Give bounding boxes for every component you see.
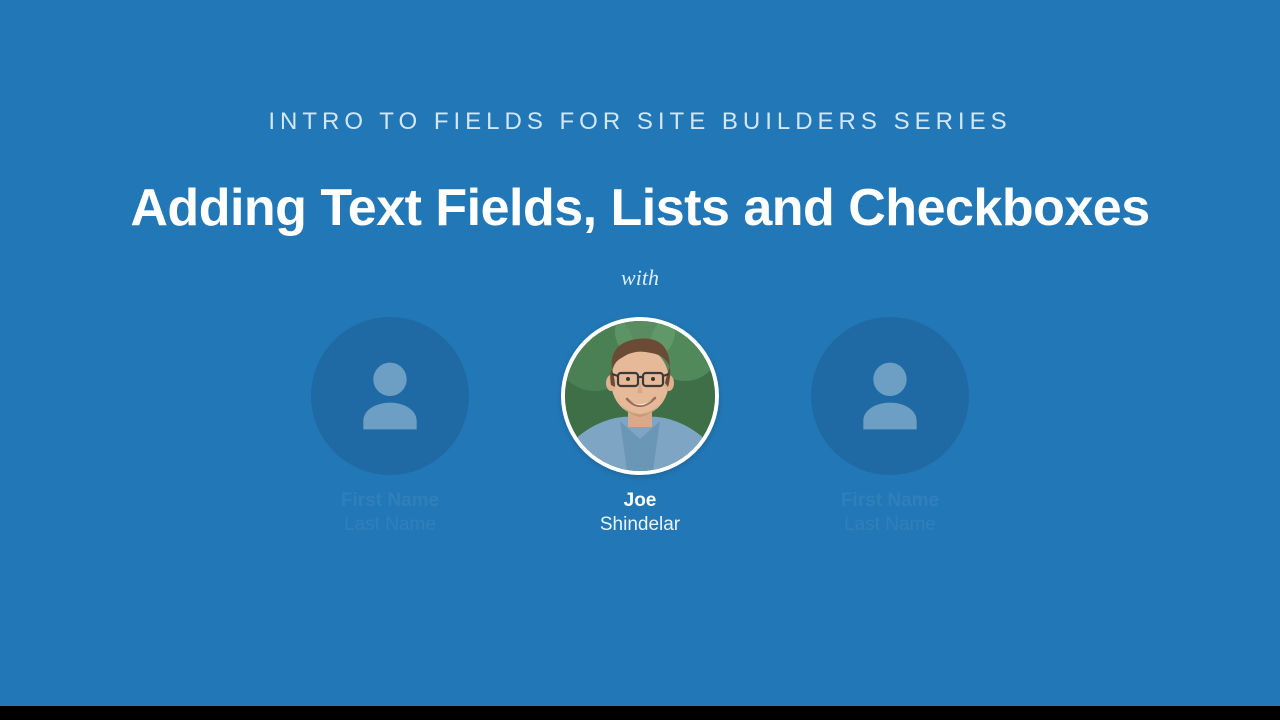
presenter-name: Joe Shindelar: [600, 489, 680, 537]
slide-title: Adding Text Fields, Lists and Checkboxes: [130, 180, 1149, 237]
avatar-illustration: [565, 321, 715, 471]
presenter-first-name: First Name: [341, 489, 439, 513]
user-icon: [811, 317, 969, 475]
presenter-name: First Name Last Name: [841, 489, 939, 537]
avatar-placeholder: [811, 317, 969, 475]
with-label: with: [621, 265, 659, 291]
title-slide: INTRO TO FIELDS FOR SITE BUILDERS SERIES…: [0, 0, 1280, 720]
presenter-first-name: Joe: [600, 489, 680, 513]
user-icon: [311, 317, 469, 475]
presenter-placeholder-left: First Name Last Name: [300, 317, 480, 537]
bottom-bar: [0, 706, 1280, 720]
avatar-placeholder: [311, 317, 469, 475]
presenter-row: First Name Last Name: [0, 317, 1280, 537]
presenter-placeholder-right: First Name Last Name: [800, 317, 980, 537]
presenter-first-name: First Name: [841, 489, 939, 513]
presenter-last-name: Shindelar: [600, 513, 680, 537]
presenter-last-name: Last Name: [841, 513, 939, 537]
series-label: INTRO TO FIELDS FOR SITE BUILDERS SERIES: [268, 108, 1011, 136]
avatar: [561, 317, 719, 475]
presenter-main: Joe Shindelar: [550, 317, 730, 537]
presenter-name: First Name Last Name: [341, 489, 439, 537]
presenter-last-name: Last Name: [341, 513, 439, 537]
